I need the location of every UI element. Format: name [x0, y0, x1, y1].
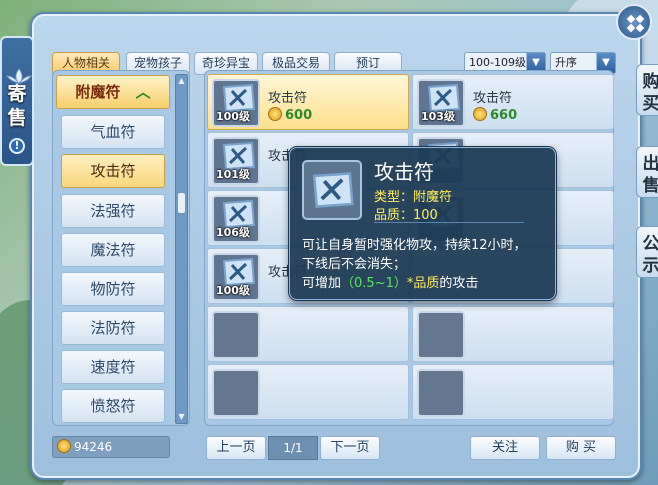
item-price-value: 600: [285, 108, 313, 123]
side-tab-char: 寄: [7, 83, 27, 105]
item-level: 100级: [216, 284, 250, 297]
category-item[interactable]: 速度符: [61, 350, 165, 384]
right-tab-sell[interactable]: 出售: [636, 146, 658, 198]
coin-icon: [57, 439, 71, 453]
item-name: 攻击符: [268, 91, 308, 106]
item-slot-empty[interactable]: [412, 364, 614, 420]
alert-icon[interactable]: !: [9, 138, 25, 154]
tooltip-title: 攻击符: [374, 160, 434, 184]
empty-slot-icon: [212, 369, 260, 417]
next-page-button[interactable]: 下一页: [320, 436, 380, 460]
scroll-item-icon: 100级: [212, 79, 260, 127]
wallet-balance: 94246: [52, 436, 170, 458]
category-scrollbar[interactable]: ▲ ▼: [175, 74, 188, 424]
scroll-item-icon: 101级: [212, 137, 260, 185]
item-slot[interactable]: 100级 攻击符 600: [207, 74, 409, 130]
game-screen: 人物相关 宠物孩子 奇珍异宝 极品交易 预订 100-109级 ▼ 升序 ▼ 附…: [0, 0, 658, 485]
close-button[interactable]: [616, 4, 652, 40]
scroll-item-icon: [302, 160, 362, 220]
follow-button[interactable]: 关注: [470, 436, 540, 460]
wallet-balance-value: 94246: [74, 440, 113, 454]
scroll-down-icon[interactable]: ▼: [176, 411, 187, 423]
close-icon: [625, 13, 645, 33]
category-item-selected[interactable]: 攻击符: [61, 154, 165, 188]
empty-slot-icon: [417, 369, 465, 417]
item-slot-empty[interactable]: [207, 364, 409, 420]
page-indicator: 1/1: [268, 436, 318, 460]
category-item[interactable]: 魔法符: [61, 233, 165, 267]
empty-slot-icon: [212, 311, 260, 359]
empty-slot-icon: [417, 311, 465, 359]
category-item[interactable]: 物防符: [61, 272, 165, 306]
lotus-icon: [5, 68, 33, 84]
tooltip-description: 可让自身暂时强化物攻，持续12小时， 下线后不会消失； 可增加（0.5~1）*品…: [302, 238, 527, 291]
side-tab-char: 售: [7, 107, 27, 129]
category-list: 附魔符 ︿ 气血符 攻击符 法强符 魔法符 物防符 法防符 速度符 愤怒符: [52, 70, 190, 426]
right-tab-public[interactable]: 公示: [636, 226, 658, 278]
scroll-item-icon: 106级: [212, 195, 260, 243]
item-price-value: 660: [490, 108, 518, 123]
category-item[interactable]: 愤怒符: [61, 389, 165, 423]
item-price: 660: [473, 107, 517, 123]
item-tooltip: 攻击符 类型：附魔符 品质：100 可让自身暂时强化物攻，持续12小时， 下线后…: [289, 147, 556, 300]
category-item[interactable]: 法强符: [61, 194, 165, 228]
right-tab-buy[interactable]: 购买: [636, 64, 658, 116]
item-name: 攻击符: [473, 91, 513, 106]
item-level: 101级: [216, 168, 250, 181]
category-group-header[interactable]: 附魔符 ︿: [56, 75, 170, 109]
scroll-up-icon[interactable]: ▲: [176, 75, 187, 87]
tooltip-quality: 品质：100: [374, 208, 438, 223]
scrollbar-thumb[interactable]: [178, 193, 185, 213]
chevron-up-icon: ︿: [135, 83, 151, 101]
sort-value: 升序: [555, 56, 577, 69]
item-level: 103级: [421, 110, 455, 123]
item-slot[interactable]: 103级 攻击符 660: [412, 74, 614, 130]
item-slot-empty[interactable]: [412, 306, 614, 362]
scroll-item-icon: 100级: [212, 253, 260, 301]
tooltip-divider: [374, 222, 524, 223]
coin-icon: [268, 107, 282, 121]
category-item[interactable]: 法防符: [61, 311, 165, 345]
buy-button[interactable]: 购 买: [546, 436, 616, 460]
coin-icon: [473, 107, 487, 121]
item-slot-empty[interactable]: [207, 306, 409, 362]
category-item[interactable]: 气血符: [61, 115, 165, 149]
tooltip-type: 类型：附魔符: [374, 190, 453, 205]
item-level: 100级: [216, 110, 250, 123]
level-filter-value: 100-109级: [469, 56, 526, 69]
item-level: 106级: [216, 226, 250, 239]
item-price: 600: [268, 107, 312, 123]
prev-page-button[interactable]: 上一页: [206, 436, 266, 460]
category-group-label: 附魔符: [75, 83, 121, 101]
scroll-item-icon: 103级: [417, 79, 465, 127]
